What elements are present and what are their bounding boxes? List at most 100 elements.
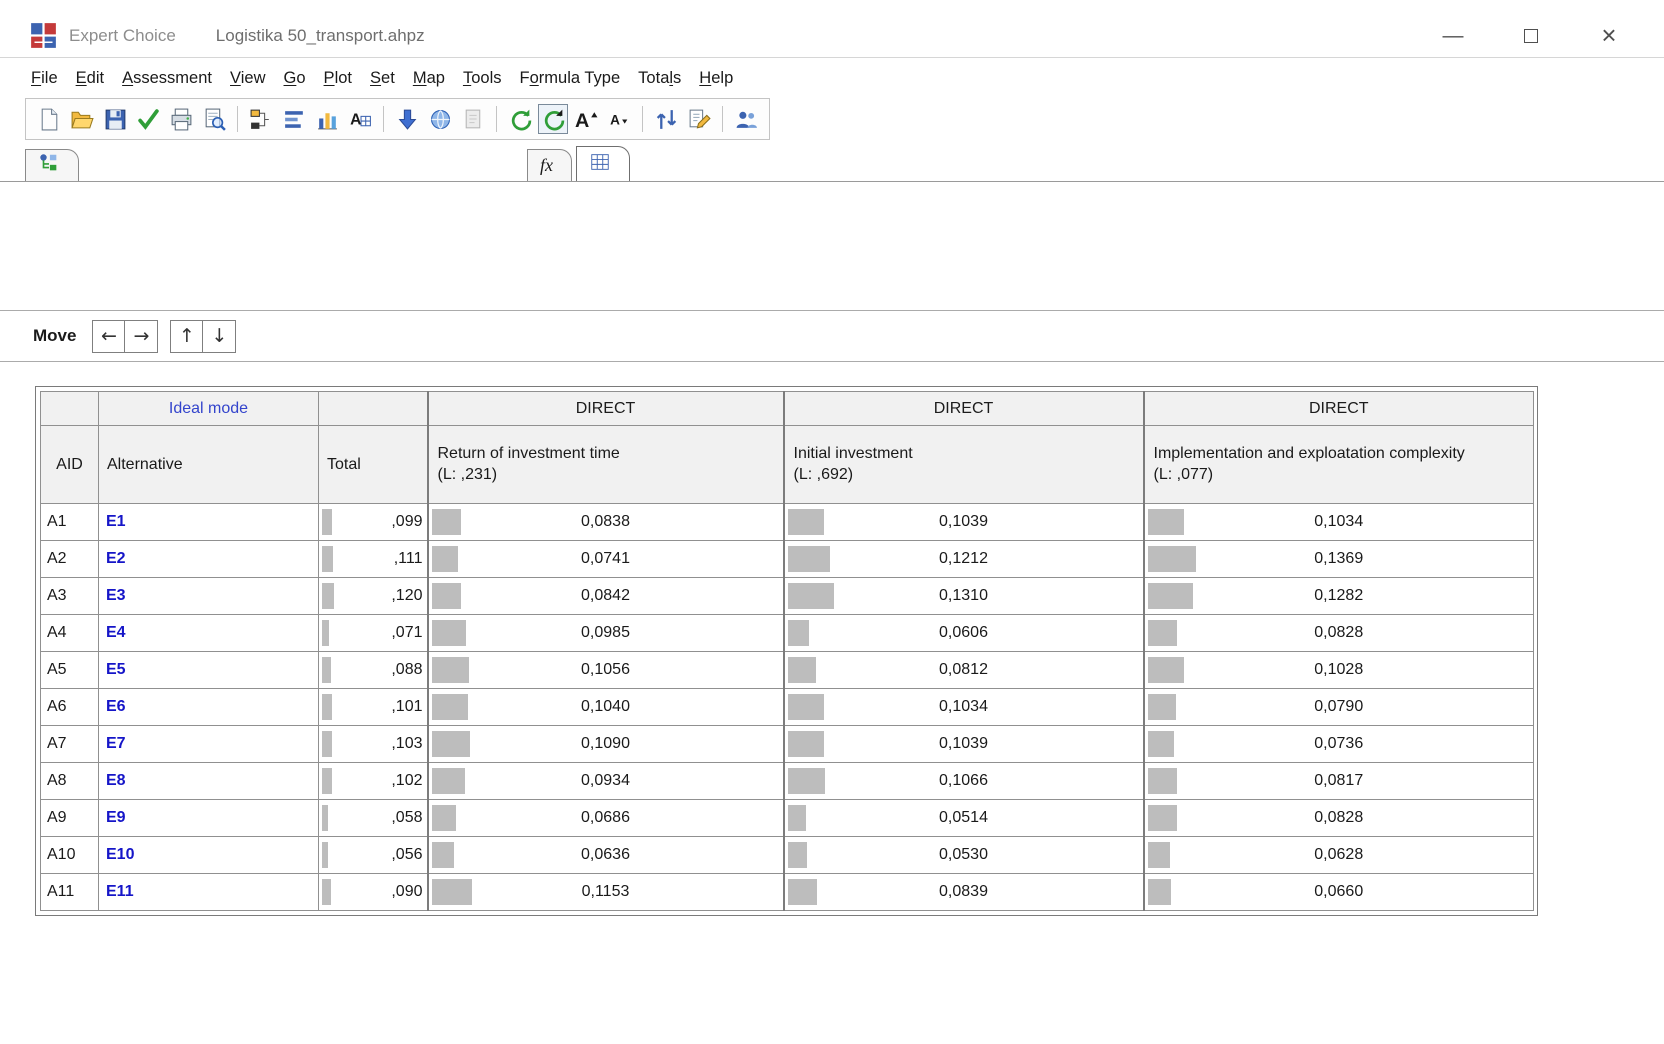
- edit-formula-icon[interactable]: [684, 104, 714, 134]
- criterion-value-cell[interactable]: 0,0686: [426, 799, 784, 837]
- menu-go[interactable]: Go: [275, 64, 315, 93]
- sphere-icon[interactable]: [425, 104, 455, 134]
- menu-set[interactable]: Set: [361, 64, 404, 93]
- direct-header-1[interactable]: DIRECT: [426, 391, 784, 426]
- criterion-value-cell[interactable]: 0,0660: [1142, 873, 1534, 911]
- alternative-name-cell[interactable]: E4: [98, 614, 319, 652]
- criterion-value-cell[interactable]: 0,1310: [782, 577, 1144, 615]
- menu-file[interactable]: File: [22, 64, 67, 93]
- criterion-value-cell[interactable]: 0,0842: [426, 577, 784, 615]
- criterion-value-cell[interactable]: 0,0741: [426, 540, 784, 578]
- move-up-button[interactable]: ↑: [170, 319, 204, 353]
- criterion-value-cell[interactable]: 0,0934: [426, 762, 784, 800]
- criterion-header-3[interactable]: Implementation and exploatation complexi…: [1142, 425, 1534, 504]
- alternative-column-header[interactable]: Alternative: [98, 425, 319, 504]
- menu-plot[interactable]: Plot: [315, 64, 361, 93]
- criterion-value-cell[interactable]: 0,1040: [426, 688, 784, 726]
- menu-formula-type[interactable]: Formula Type: [510, 64, 629, 93]
- alternative-name-cell[interactable]: E11: [98, 873, 319, 911]
- aid-column-header[interactable]: AID: [40, 425, 99, 504]
- move-down-button[interactable]: ↓: [203, 319, 237, 353]
- compare-arrows-icon[interactable]: [651, 104, 681, 134]
- criterion-value-cell[interactable]: 0,1066: [782, 762, 1144, 800]
- alternative-name-cell[interactable]: E10: [98, 836, 319, 874]
- criterion-value-cell[interactable]: 0,0530: [782, 836, 1144, 874]
- close-button[interactable]: ×: [1598, 20, 1620, 50]
- alternative-name-cell[interactable]: E9: [98, 799, 319, 837]
- participants-icon[interactable]: [731, 104, 761, 134]
- criterion-header-1[interactable]: Return of investment time (L: ,231): [426, 425, 784, 504]
- criterion-value-cell[interactable]: 0,1034: [1142, 503, 1534, 541]
- alternative-name-cell[interactable]: E2: [98, 540, 319, 578]
- criterion-value-cell[interactable]: 0,0514: [782, 799, 1144, 837]
- alternative-name-cell[interactable]: E3: [98, 577, 319, 615]
- menu-assessment[interactable]: Assessment: [113, 64, 221, 93]
- criterion-value-cell[interactable]: 0,1369: [1142, 540, 1534, 578]
- menu-edit[interactable]: Edit: [67, 64, 113, 93]
- criterion-value-cell[interactable]: 0,0636: [426, 836, 784, 874]
- print-preview-icon[interactable]: [199, 104, 229, 134]
- open-folder-icon[interactable]: [67, 104, 97, 134]
- ideal-mode-header[interactable]: Ideal mode: [98, 391, 319, 426]
- criterion-value-cell[interactable]: 0,0817: [1142, 762, 1534, 800]
- criterion-value-cell[interactable]: 0,1212: [782, 540, 1144, 578]
- data-grid-tab[interactable]: [576, 146, 630, 181]
- minimize-button[interactable]: —: [1442, 24, 1464, 47]
- alternative-name-cell[interactable]: E1: [98, 503, 319, 541]
- format-cells-icon[interactable]: A: [345, 104, 375, 134]
- criterion-value-cell[interactable]: 0,1039: [782, 725, 1144, 763]
- criterion-value-cell[interactable]: 0,1090: [426, 725, 784, 763]
- criterion-value-cell[interactable]: 0,0828: [1142, 799, 1534, 837]
- new-document-icon[interactable]: [34, 104, 64, 134]
- model-view-tab[interactable]: [25, 149, 79, 181]
- menu-totals[interactable]: Totals: [629, 64, 690, 93]
- list-bars-icon[interactable]: [279, 104, 309, 134]
- criterion-value-cell[interactable]: 0,1056: [426, 651, 784, 689]
- font-decrease-icon[interactable]: A: [604, 104, 634, 134]
- criterion-value-cell[interactable]: 0,1034: [782, 688, 1144, 726]
- refresh-icon[interactable]: [505, 104, 535, 134]
- menu-tools[interactable]: Tools: [454, 64, 511, 93]
- criterion-value-cell[interactable]: 0,0812: [782, 651, 1144, 689]
- criterion-value-cell[interactable]: 0,0736: [1142, 725, 1534, 763]
- total-value: ,088: [391, 661, 423, 678]
- criterion-value-cell[interactable]: 0,0828: [1142, 614, 1534, 652]
- font-increase-icon[interactable]: A: [571, 104, 601, 134]
- menu-view[interactable]: View: [221, 64, 275, 93]
- alternative-name-cell[interactable]: E7: [98, 725, 319, 763]
- menu-map[interactable]: Map: [404, 64, 454, 93]
- direct-header-3[interactable]: DIRECT: [1142, 391, 1534, 426]
- print-icon[interactable]: [166, 104, 196, 134]
- criterion-value-cell[interactable]: 0,1282: [1142, 577, 1534, 615]
- total-bar: [322, 805, 328, 831]
- move-right-button[interactable]: →: [125, 319, 159, 353]
- menu-help[interactable]: Help: [690, 64, 742, 93]
- criterion-value-cell[interactable]: 0,0628: [1142, 836, 1534, 874]
- download-arrow-icon[interactable]: [392, 104, 422, 134]
- criterion-value-cell[interactable]: 0,0838: [426, 503, 784, 541]
- total-bar: [322, 842, 328, 868]
- refresh-active-icon[interactable]: [538, 104, 568, 134]
- apply-check-icon[interactable]: [133, 104, 163, 134]
- alternative-name-cell[interactable]: E6: [98, 688, 319, 726]
- criterion-value-cell[interactable]: 0,0606: [782, 614, 1144, 652]
- inactive-page-icon[interactable]: [458, 104, 488, 134]
- maximize-button[interactable]: [1520, 25, 1542, 47]
- direct-header-2[interactable]: DIRECT: [782, 391, 1144, 426]
- tree-view-icon[interactable]: [246, 104, 276, 134]
- bar-chart-icon[interactable]: [312, 104, 342, 134]
- criterion-value-cell[interactable]: 0,1028: [1142, 651, 1534, 689]
- total-column-header[interactable]: Total: [318, 425, 428, 504]
- alternative-name-cell[interactable]: E8: [98, 762, 319, 800]
- criterion-value-cell[interactable]: 0,1153: [426, 873, 784, 911]
- criterion-value-cell[interactable]: 0,1039: [782, 503, 1144, 541]
- save-icon[interactable]: [100, 104, 130, 134]
- criterion-value-cell[interactable]: 0,0985: [426, 614, 784, 652]
- criterion-header-2[interactable]: Initial investment (L: ,692): [782, 425, 1144, 504]
- alternative-name-cell[interactable]: E5: [98, 651, 319, 689]
- criterion-value: 0,0514: [939, 809, 988, 826]
- move-left-button[interactable]: ←: [92, 319, 126, 353]
- formula-tab[interactable]: fx: [527, 149, 572, 181]
- criterion-value-cell[interactable]: 0,0790: [1142, 688, 1534, 726]
- criterion-value-cell[interactable]: 0,0839: [782, 873, 1144, 911]
